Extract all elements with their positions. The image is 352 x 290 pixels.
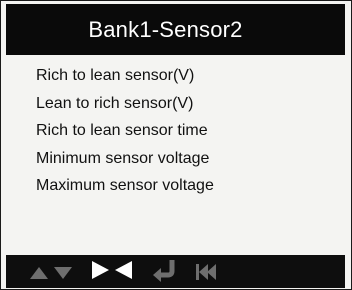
up-down-arrows-icon[interactable] (30, 262, 76, 282)
menu-item-lean-to-rich-voltage[interactable]: Lean to rich sensor(V) (36, 90, 336, 118)
title-bar: Bank1-Sensor2 (6, 4, 345, 55)
return-icon[interactable] (150, 260, 176, 284)
scan-tool-screen: Bank1-Sensor2 Rich to lean sensor(V) Lea… (0, 0, 352, 290)
skip-back-icon[interactable] (196, 263, 220, 281)
menu-item-minimum-voltage[interactable]: Minimum sensor voltage (36, 145, 336, 173)
menu-item-rich-to-lean-time[interactable]: Rich to lean sensor time (36, 117, 336, 145)
test-menu-list: Rich to lean sensor(V) Lean to rich sens… (36, 62, 336, 200)
right-left-arrows-icon[interactable] (92, 258, 138, 282)
menu-item-maximum-voltage[interactable]: Maximum sensor voltage (36, 172, 336, 200)
button-bar (6, 255, 345, 288)
menu-item-rich-to-lean-voltage[interactable]: Rich to lean sensor(V) (36, 62, 336, 90)
screen-title: Bank1-Sensor2 (88, 16, 243, 42)
